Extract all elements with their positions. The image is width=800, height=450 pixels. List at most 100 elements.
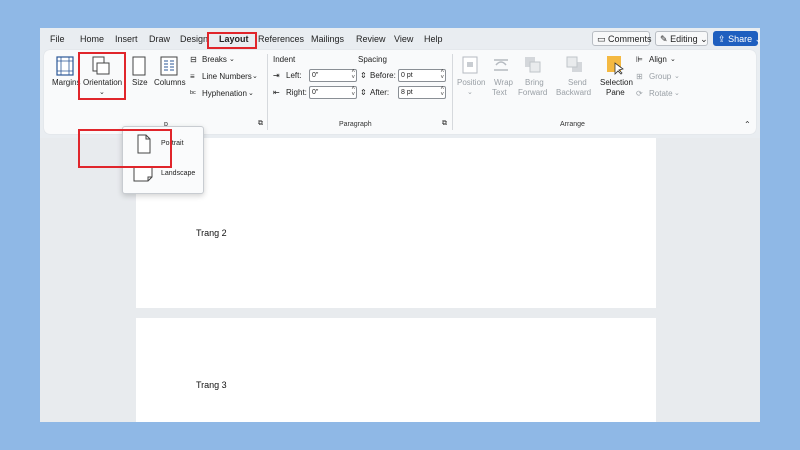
divider [267,54,268,130]
pencil-icon: ✎ [660,34,668,44]
page-2-text[interactable]: Trang 2 [196,228,227,238]
columns-button[interactable]: Columns [154,78,186,87]
chevron-down-icon: ⌄ [700,34,708,44]
wrap-text-label-2[interactable]: Text [492,88,507,97]
tab-draw[interactable]: Draw [149,32,170,46]
selection-pane-label-1[interactable]: Selection [600,78,633,87]
send-backward-label-2[interactable]: Backward [556,88,591,97]
comment-icon: ▭ [597,34,606,44]
align-button[interactable]: Align [649,55,667,64]
spin-arrows-icon[interactable]: ˄ ˅ [440,86,444,98]
breaks-icon: ⊟ [190,55,197,64]
tab-help[interactable]: Help [424,32,443,46]
position-button[interactable]: Position [457,78,485,87]
chevron-down-icon[interactable]: ⌄ [674,72,680,80]
tab-design[interactable]: Design [180,32,208,46]
size-button[interactable]: Size [132,78,148,87]
word-window: File Home Insert Draw Design Layout Refe… [40,28,760,422]
indent-right-label: Right: [286,88,307,97]
dialog-launcher-icon[interactable]: ⧉ [442,120,447,128]
send-backward-label-1[interactable]: Send [568,78,587,87]
hyphenation-icon: ᵇᶜ [190,89,196,98]
highlight-landscape-option [78,129,172,168]
comments-button[interactable]: ▭ Comments [592,31,652,46]
divider [452,54,453,130]
comments-label: Comments [608,34,652,44]
selection-pane-icon[interactable] [606,55,624,75]
position-icon[interactable] [462,56,478,74]
page-3-text[interactable]: Trang 3 [196,380,227,390]
bring-forward-label-1[interactable]: Bring [525,78,544,87]
indent-left-value: 0" [312,72,319,79]
editing-label: Editing [670,34,698,44]
chevron-down-icon[interactable]: ⌄ [252,72,258,80]
highlight-orientation-button [78,52,126,100]
align-icon: ⊫ [636,55,643,64]
indent-left-icon: ⇥ [273,71,280,80]
rotate-icon: ⟳ [636,89,643,98]
menu-bar: File Home Insert Draw Design Layout Refe… [40,28,760,50]
selection-pane-label-2[interactable]: Pane [606,88,625,97]
indent-right-input[interactable]: 0" ˄ ˅ [309,86,357,99]
chevron-down-icon[interactable]: ⌄ [229,55,235,63]
page-2[interactable]: Trang 2 [136,138,656,308]
spin-arrows-icon[interactable]: ˄ ˅ [351,86,355,98]
tab-insert[interactable]: Insert [115,32,138,46]
margins-icon[interactable] [56,56,74,76]
wrap-text-icon[interactable] [492,56,510,74]
editing-button[interactable]: ✎ Editing ⌄ [655,31,708,46]
share-icon: ⇪ [718,34,726,44]
tab-mailings[interactable]: Mailings [311,32,344,46]
chevron-down-icon[interactable]: ⌄ [248,89,254,97]
spacing-before-input[interactable]: 0 pt ˄ ˅ [398,69,446,82]
spacing-label: Spacing [358,55,387,64]
indent-right-icon: ⇤ [273,88,280,97]
indent-right-value: 0" [312,89,319,96]
hyphenation-button[interactable]: Hyphenation [202,89,247,98]
tab-file[interactable]: File [50,32,65,46]
spin-arrows-icon[interactable]: ˄ ˅ [440,69,444,81]
highlight-layout-tab [207,32,257,49]
tab-references[interactable]: References [258,32,304,46]
bring-forward-icon[interactable] [524,56,542,74]
arrange-group-label: Arrange [560,121,585,128]
line-numbers-button[interactable]: Line Numbers [202,72,252,81]
size-icon[interactable] [132,56,146,76]
chevron-down-icon[interactable]: ⌄ [467,88,473,96]
dialog-launcher-icon[interactable]: ⧉ [258,120,263,128]
indent-left-label: Left: [286,71,302,80]
rotate-button[interactable]: Rotate [649,89,673,98]
indent-label: Indent [273,55,296,64]
paragraph-group-label: Paragraph [339,121,372,128]
spacing-before-label: Before: [370,71,396,80]
indent-left-input[interactable]: 0" ˄ ˅ [309,69,357,82]
spacing-after-input[interactable]: 8 pt ˄ ˅ [398,86,446,99]
collapse-ribbon-icon[interactable]: ⌃ [744,120,751,129]
group-button[interactable]: Group [649,72,671,81]
wrap-text-label-1[interactable]: Wrap [494,78,513,87]
chevron-down-icon[interactable]: ⌄ [670,55,676,63]
spacing-after-value: 8 pt [401,89,413,96]
line-numbers-icon: ≡ [190,72,195,81]
spacing-before-value: 0 pt [401,72,413,79]
share-button[interactable]: ⇪ Share ⌄ [713,31,760,46]
margins-button[interactable]: Margins [52,78,80,87]
chevron-down-icon[interactable]: ⌄ [674,89,680,97]
landscape-page-icon [133,166,153,182]
spin-arrows-icon[interactable]: ˄ ˅ [351,69,355,81]
chevron-down-icon: ⌄ [754,34,760,44]
page-3[interactable]: Trang 3 [136,318,656,422]
tab-review[interactable]: Review [356,32,386,46]
share-label: Share [728,34,753,44]
bring-forward-label-2[interactable]: Forward [518,88,547,97]
spacing-after-icon: ⇕ [360,88,367,97]
spacing-before-icon: ⇕ [360,71,367,80]
tab-home[interactable]: Home [80,32,104,46]
breaks-button[interactable]: Breaks [202,55,227,64]
tab-view[interactable]: View [394,32,413,46]
ribbon-layout: Margins Orientation ⌄ Size Columns ⊟ Bre… [44,50,756,134]
send-backward-icon[interactable] [566,56,584,74]
columns-icon[interactable] [160,56,178,76]
landscape-label: Landscape [161,170,196,177]
group-icon: ⊞ [636,72,643,81]
